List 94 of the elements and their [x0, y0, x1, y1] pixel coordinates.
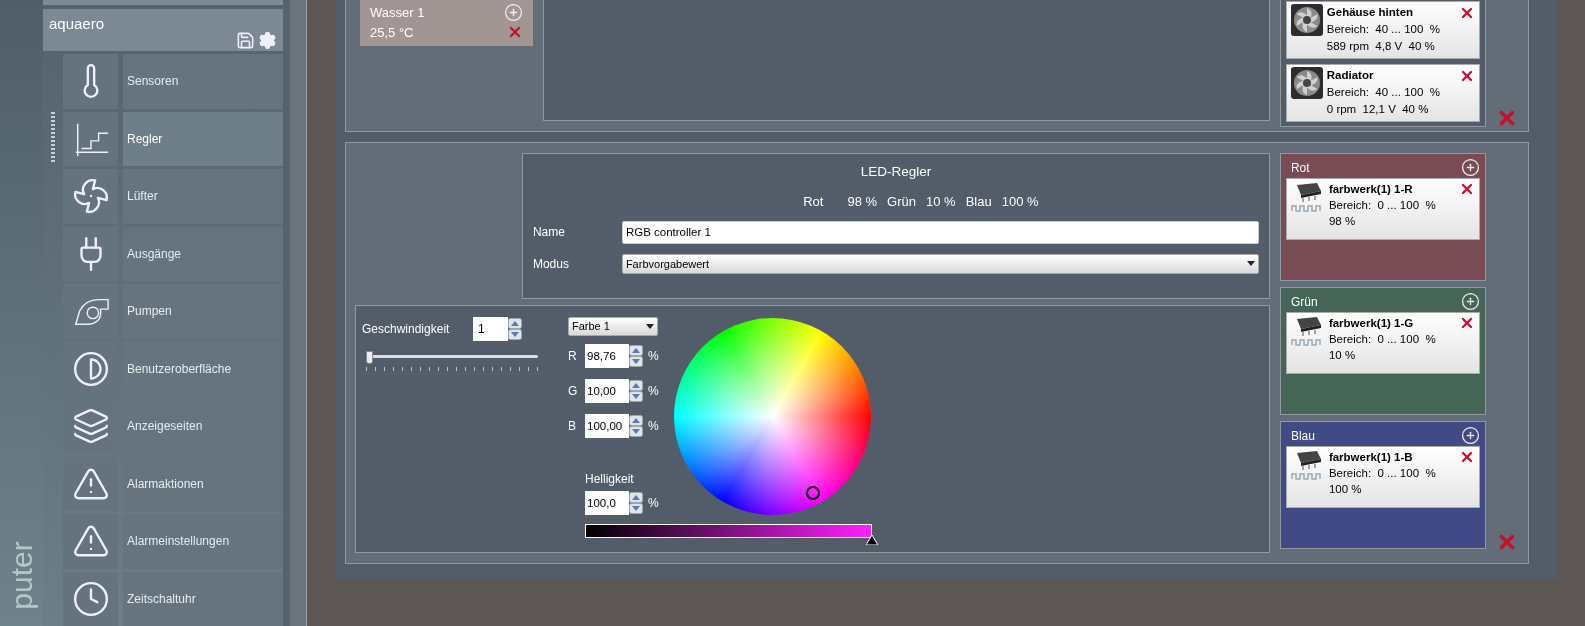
fan-range: Bereich: 40 ... 100 % [1326, 85, 1441, 100]
channel-label: Rot [803, 193, 824, 212]
channel-value: 10 % [926, 193, 956, 212]
fan-card[interactable]: Gehäuse hinten Bereich: 40 ... 100 % 589 rpm 4,8 V 40 % [1285, 1, 1480, 59]
device-card[interactable]: aquaero [43, 9, 283, 51]
slider-thumb[interactable] [366, 351, 373, 364]
device-value: 98 % [1328, 214, 1357, 229]
fan-icon [1290, 67, 1323, 99]
mode-dropdown[interactable]: Farbvorgabewert [621, 253, 1259, 274]
fan-card[interactable]: Radiator Bereich: 40 ... 100 % 0 rpm 12,1 V 40 % [1285, 64, 1480, 122]
fan-status: 589 rpm 4,8 V 40 % [1326, 39, 1436, 54]
mode-label: Modus [532, 255, 570, 273]
sensor-name: Wasser 1 [370, 4, 425, 22]
device-title: farbwerk(1) 1-B [1328, 450, 1413, 465]
app-title: puter [4, 541, 39, 610]
channel-letter: G [568, 383, 579, 400]
device-card[interactable]: farbwerk(1) 1-R Bereich: 0 ... 100 % 98 % [1285, 178, 1480, 240]
device-range: Bereich: 0 ... 100 % [1328, 332, 1437, 347]
menu-item[interactable]: Ausgänge [123, 226, 283, 281]
save-icon[interactable] [236, 31, 255, 50]
color-select[interactable]: Farbe 1 [568, 317, 658, 336]
spinner-arrows-icon[interactable] [629, 345, 643, 367]
menu-item[interactable]: Pumpen [123, 284, 283, 339]
name-field[interactable]: RGB controller 1 [621, 220, 1259, 244]
spinner-arrows-icon[interactable] [629, 415, 643, 437]
channel-letter: R [568, 348, 578, 365]
device-name: aquaero [49, 15, 106, 33]
fan-status: 0 rpm 12,1 V 40 % [1326, 102, 1430, 117]
brightness-label: Helligkeit [585, 471, 635, 488]
caret-icon [646, 324, 654, 329]
menu-icon-tile[interactable] [63, 226, 118, 281]
output-name: Blau [1289, 427, 1315, 445]
menu-icon-tile[interactable] [63, 111, 118, 166]
device-value: 100 % [1328, 482, 1363, 497]
channel-label: Blau [965, 193, 992, 212]
channel-value: 100 % [1001, 193, 1039, 212]
channel-field[interactable]: 98,76 [585, 344, 629, 368]
fan-name: Radiator [1326, 68, 1374, 83]
sensor-value: 25,5 °C [370, 23, 414, 42]
menu-icon-tile[interactable] [63, 456, 118, 511]
add-icon[interactable] [1461, 292, 1480, 311]
menu-icon-tile[interactable] [63, 284, 118, 339]
menu-item[interactable]: Sensoren [123, 54, 283, 109]
unit-label: % [648, 383, 659, 400]
speed-slider[interactable] [366, 351, 538, 371]
output-name: Rot [1289, 159, 1310, 177]
contrast-icon [71, 349, 110, 388]
menu-item[interactable]: Regler [123, 111, 283, 166]
menu-icon-tile[interactable] [63, 571, 118, 626]
device-range: Bereich: 0 ... 100 % [1328, 466, 1437, 481]
device-title: farbwerk(1) 1-G [1328, 316, 1414, 331]
channel-letter: B [568, 418, 577, 435]
color-picker-handle[interactable] [806, 486, 820, 500]
device-title: farbwerk(1) 1-R [1328, 182, 1413, 197]
fan-name: Gehäuse hinten [1326, 5, 1414, 20]
spinner-arrows-icon[interactable] [629, 380, 643, 402]
fan-icon [1290, 4, 1323, 36]
menu-item[interactable]: Zeitschaltuhr [123, 571, 283, 626]
clock-icon [71, 579, 110, 618]
menu-icon-tile[interactable] [63, 514, 118, 569]
spinner-arrows-icon[interactable] [629, 492, 643, 514]
unit-label: % [648, 418, 659, 435]
menu-icon-tile[interactable] [63, 169, 118, 224]
menu-item[interactable]: Alarmeinstellungen [123, 514, 283, 569]
layers-icon [71, 407, 110, 446]
device-value: 10 % [1328, 348, 1357, 363]
output-name: Grün [1289, 293, 1318, 311]
remove-icon[interactable] [1459, 181, 1475, 197]
remove-icon[interactable] [1459, 315, 1475, 331]
channel-label: Grün [887, 193, 916, 212]
brightness-field[interactable]: 100,0 [585, 491, 629, 515]
caret-icon [1246, 261, 1255, 267]
add-icon[interactable] [1461, 426, 1480, 445]
speed-field[interactable]: 1 [473, 317, 508, 341]
device-card[interactable]: farbwerk(1) 1-G Bereich: 0 ... 100 % 10 % [1285, 312, 1480, 374]
unit-label: % [648, 495, 659, 512]
channel-field[interactable]: 10,00 [585, 379, 629, 403]
device-card[interactable]: farbwerk(1) 1-B Bereich: 0 ... 100 % 100 % [1285, 446, 1480, 508]
speed-label: Geschwindigkeit [362, 321, 451, 338]
panel-title: LED-Regler [860, 163, 932, 181]
add-icon[interactable] [1461, 158, 1480, 177]
fan-range: Bereich: 40 ... 100 % [1326, 22, 1441, 37]
channel-field[interactable]: 100,00 [585, 414, 629, 438]
brightness-marker[interactable] [866, 535, 878, 545]
remove-icon[interactable] [1459, 449, 1475, 465]
menu-item[interactable]: Lüfter [123, 169, 283, 224]
unit-label: % [648, 348, 659, 365]
fan-icon [71, 177, 110, 216]
device-range: Bereich: 0 ... 100 % [1328, 198, 1437, 213]
menu-icon-tile[interactable] [63, 54, 118, 109]
settings-icon[interactable] [258, 31, 277, 50]
channel-value: 98 % [847, 193, 878, 212]
name-label: Name [532, 224, 566, 242]
spinner-arrows-icon[interactable] [508, 318, 522, 340]
